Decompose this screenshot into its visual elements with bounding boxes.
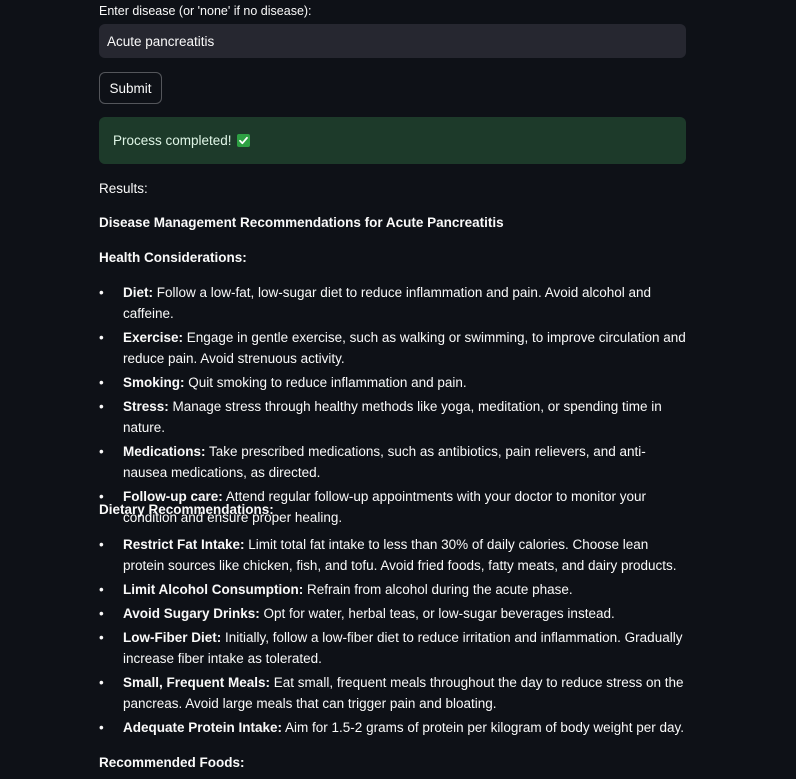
dietary-recommendations-heading: Dietary Recommendations: bbox=[99, 502, 274, 517]
dietary-recommendations-list: Restrict Fat Intake: Limit total fat int… bbox=[99, 534, 686, 741]
list-item: Small, Frequent Meals: Eat small, freque… bbox=[99, 672, 686, 714]
list-item-term: Stress: bbox=[123, 399, 169, 414]
health-considerations-list: Diet: Follow a low-fat, low-sugar diet t… bbox=[99, 282, 686, 531]
list-item-text: Refrain from alcohol during the acute ph… bbox=[303, 582, 573, 597]
list-item-term: Limit Alcohol Consumption: bbox=[123, 582, 304, 597]
list-item-term: Small, Frequent Meals: bbox=[123, 675, 271, 690]
list-item-term: Medications: bbox=[123, 444, 206, 459]
list-item: Limit Alcohol Consumption: Refrain from … bbox=[99, 579, 686, 600]
results-section: Results: Disease Management Recommendati… bbox=[99, 178, 686, 770]
list-item-text: Opt for water, herbal teas, or low-sugar… bbox=[259, 606, 615, 621]
list-item: Smoking: Quit smoking to reduce inflamma… bbox=[99, 372, 686, 393]
list-item: Stress: Manage stress through healthy me… bbox=[99, 396, 686, 438]
list-item: Medications: Take prescribed medications… bbox=[99, 441, 686, 483]
list-item: Restrict Fat Intake: Limit total fat int… bbox=[99, 534, 686, 576]
list-item-text: Follow a low-fat, low-sugar diet to redu… bbox=[123, 285, 652, 321]
list-item: Avoid Sugary Drinks: Opt for water, herb… bbox=[99, 603, 686, 624]
disease-input[interactable] bbox=[99, 24, 686, 58]
list-item: Adequate Protein Intake: Aim for 1.5-2 g… bbox=[99, 717, 686, 738]
list-item-term: Diet: bbox=[123, 285, 153, 300]
list-item-term: Low-Fiber Diet: bbox=[123, 630, 222, 645]
success-alert: Process completed! bbox=[99, 117, 686, 164]
list-item: Diet: Follow a low-fat, low-sugar diet t… bbox=[99, 282, 686, 324]
list-item: Low-Fiber Diet: Initially, follow a low-… bbox=[99, 627, 686, 669]
list-item-term: Adequate Protein Intake: bbox=[123, 720, 283, 735]
results-label: Results: bbox=[99, 181, 148, 196]
list-item-text: Aim for 1.5-2 grams of protein per kilog… bbox=[282, 720, 684, 735]
list-item-text: Manage stress through healthy methods li… bbox=[123, 399, 662, 435]
success-message: Process completed! bbox=[113, 133, 232, 148]
list-item-term: Smoking: bbox=[123, 375, 185, 390]
health-considerations-heading: Health Considerations: bbox=[99, 250, 247, 265]
submit-button[interactable]: Submit bbox=[99, 72, 162, 104]
list-item: Exercise: Engage in gentle exercise, suc… bbox=[99, 327, 686, 369]
recommended-foods-heading: Recommended Foods: bbox=[99, 755, 245, 770]
list-item-term: Restrict Fat Intake: bbox=[123, 537, 245, 552]
list-item-text: Engage in gentle exercise, such as walki… bbox=[123, 330, 686, 366]
list-item-text: Quit smoking to reduce inflammation and … bbox=[184, 375, 467, 390]
list-item-term: Avoid Sugary Drinks: bbox=[123, 606, 260, 621]
results-title: Disease Management Recommendations for A… bbox=[99, 215, 504, 230]
check-mark-button-icon bbox=[236, 134, 250, 147]
list-item-term: Exercise: bbox=[123, 330, 184, 345]
disease-input-label: Enter disease (or 'none' if no disease): bbox=[99, 4, 312, 18]
